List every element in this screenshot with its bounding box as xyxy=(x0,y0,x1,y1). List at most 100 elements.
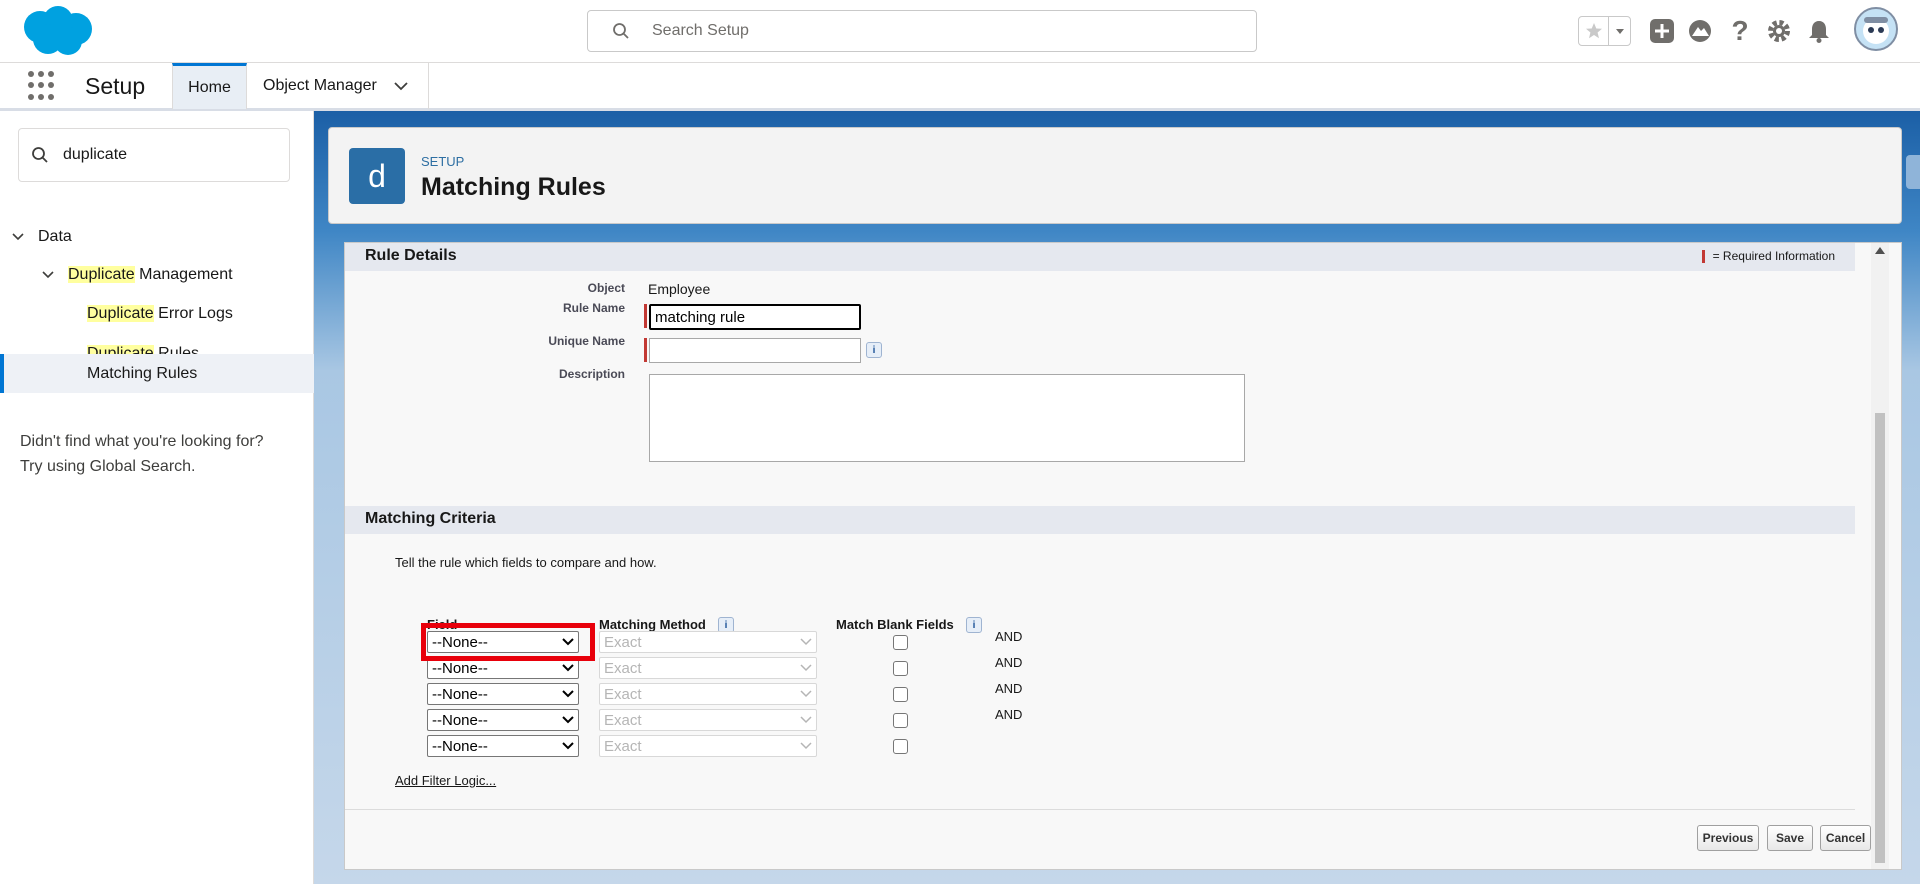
save-button[interactable]: Save xyxy=(1767,825,1813,851)
matching-method-select[interactable]: Exact xyxy=(599,631,817,653)
and-operator: AND xyxy=(995,629,1023,644)
chevron-down-icon xyxy=(562,716,574,724)
tree-item-duplicate-error-logs[interactable]: Duplicate Error Logs xyxy=(0,295,314,333)
tab-object-manager-label: Object Manager xyxy=(263,77,377,94)
gear-icon[interactable] xyxy=(1766,18,1792,44)
salesforce-logo[interactable] xyxy=(18,5,94,57)
matching-method-value: Exact xyxy=(604,737,642,755)
and-operator: AND xyxy=(995,681,1023,696)
favorites-star-icon[interactable] xyxy=(1579,17,1609,45)
and-operator: AND xyxy=(995,655,1023,670)
field-select[interactable]: --None-- xyxy=(427,735,579,757)
page-icon: d xyxy=(349,148,405,204)
chevron-down-icon xyxy=(800,716,812,724)
field-select-value: --None-- xyxy=(432,737,488,755)
required-indicator-icon xyxy=(644,338,647,362)
page-header: d SETUP Matching Rules xyxy=(328,127,1902,224)
description-textarea[interactable] xyxy=(649,374,1245,462)
global-search-box[interactable] xyxy=(587,10,1257,52)
unique-name-label: Unique Name xyxy=(548,334,625,348)
unique-name-input[interactable] xyxy=(649,338,861,363)
col-header-matching-method: Matching Method xyxy=(599,617,706,632)
app-launcher-icon[interactable] xyxy=(28,71,58,101)
description-label: Description xyxy=(558,367,625,381)
app-name: Setup xyxy=(85,73,146,99)
previous-button[interactable]: Previous xyxy=(1697,825,1759,851)
quick-find-input[interactable] xyxy=(61,145,281,165)
criteria-intro-text: Tell the rule which fields to compare an… xyxy=(395,555,657,570)
match-blank-checkbox[interactable] xyxy=(893,687,908,702)
tab-home[interactable]: Home xyxy=(172,63,247,109)
matching-method-select[interactable]: Exact xyxy=(599,683,817,705)
tree-item-duplicate-management[interactable]: Duplicate Management xyxy=(0,256,314,294)
chevron-down-icon xyxy=(800,664,812,672)
rule-details-section-title: Rule Details = Required Information xyxy=(345,243,1855,271)
field-select[interactable]: --None-- xyxy=(427,683,579,705)
footer-divider xyxy=(345,809,1855,810)
tree-item-matching-rules[interactable]: Matching Rules xyxy=(0,354,314,393)
form-scrollbar[interactable] xyxy=(1871,243,1889,869)
tree-item-data[interactable]: Data xyxy=(0,218,314,256)
search-icon xyxy=(32,147,48,163)
chevron-down-icon xyxy=(562,690,574,698)
chevron-down-icon[interactable] xyxy=(10,229,26,245)
annotation-highlight-box xyxy=(421,623,595,661)
scroll-thumb[interactable] xyxy=(1875,413,1885,863)
sidebar-hint-line1: Didn't find what you're looking for? xyxy=(20,433,264,450)
sidebar-hint: Didn't find what you're looking for? Try… xyxy=(20,429,264,479)
tree-item-label: Matching Rules xyxy=(87,364,198,382)
chevron-down-icon xyxy=(562,664,574,672)
rule-name-label: Rule Name xyxy=(562,301,625,315)
tab-object-manager[interactable]: Object Manager xyxy=(248,63,429,109)
page-eyebrow: SETUP xyxy=(421,154,465,169)
sidebar-hint-line2: Try using Global Search. xyxy=(20,458,196,475)
match-blank-checkbox[interactable] xyxy=(893,635,908,650)
chevron-down-icon xyxy=(800,638,812,646)
col-header-match-blank-fields: Match Blank Fields xyxy=(836,617,954,632)
tree-item-label-rest: Error Logs xyxy=(153,305,233,322)
trailhead-icon[interactable] xyxy=(1687,18,1713,44)
notifications-bell-icon[interactable] xyxy=(1806,18,1832,44)
matching-method-select[interactable]: Exact xyxy=(599,735,817,757)
add-filter-logic-link[interactable]: Add Filter Logic... xyxy=(395,773,496,788)
cancel-button[interactable]: Cancel xyxy=(1820,825,1871,851)
user-avatar[interactable] xyxy=(1854,7,1898,51)
match-blank-checkbox[interactable] xyxy=(893,713,908,728)
favorites-dropdown-icon[interactable] xyxy=(1609,17,1630,45)
chevron-down-icon[interactable] xyxy=(40,267,56,283)
rule-name-input[interactable] xyxy=(649,304,861,330)
main-content: d SETUP Matching Rules Rule Details = Re… xyxy=(314,111,1920,884)
required-info-text: = Required Information xyxy=(1712,249,1835,263)
favorites-group xyxy=(1578,16,1631,46)
setup-sidebar: Data Duplicate Management Duplicate Erro… xyxy=(0,111,314,884)
rule-details-title: Rule Details xyxy=(365,247,457,264)
match-blank-checkbox[interactable] xyxy=(893,739,908,754)
field-select[interactable]: --None-- xyxy=(427,709,579,731)
global-search-input[interactable] xyxy=(650,21,1210,41)
chevron-down-icon[interactable] xyxy=(393,78,409,94)
object-value: Employee xyxy=(648,281,711,297)
scroll-up-arrow-icon[interactable] xyxy=(1875,247,1885,254)
matching-method-select[interactable]: Exact xyxy=(599,657,817,679)
match-blank-checkbox[interactable] xyxy=(893,661,908,676)
tree-item-label-rest: Management xyxy=(134,266,233,283)
matching-criteria-section-title: Matching Criteria xyxy=(345,506,1855,534)
info-icon[interactable]: i xyxy=(966,617,982,633)
help-icon[interactable]: ? xyxy=(1727,17,1753,45)
required-info-legend: = Required Information xyxy=(1701,249,1835,263)
tree-item-label: Duplicate Error Logs xyxy=(87,305,233,323)
matching-method-select[interactable]: Exact xyxy=(599,709,817,731)
tree-item-label: Duplicate Management xyxy=(68,266,233,284)
global-header: ? xyxy=(0,0,1920,63)
side-panel-toggle-icon[interactable] xyxy=(1906,155,1920,189)
field-select-value: --None-- xyxy=(432,659,488,677)
and-operator: AND xyxy=(995,707,1023,722)
field-select-value: --None-- xyxy=(432,685,488,703)
quick-find-box[interactable] xyxy=(18,128,290,182)
matching-method-value: Exact xyxy=(604,659,642,677)
matching-rule-form: Rule Details = Required Information Obje… xyxy=(344,242,1902,870)
matching-method-value: Exact xyxy=(604,711,642,729)
required-indicator-icon xyxy=(1701,249,1705,263)
add-icon[interactable] xyxy=(1649,18,1675,44)
info-icon[interactable]: i xyxy=(866,342,882,358)
